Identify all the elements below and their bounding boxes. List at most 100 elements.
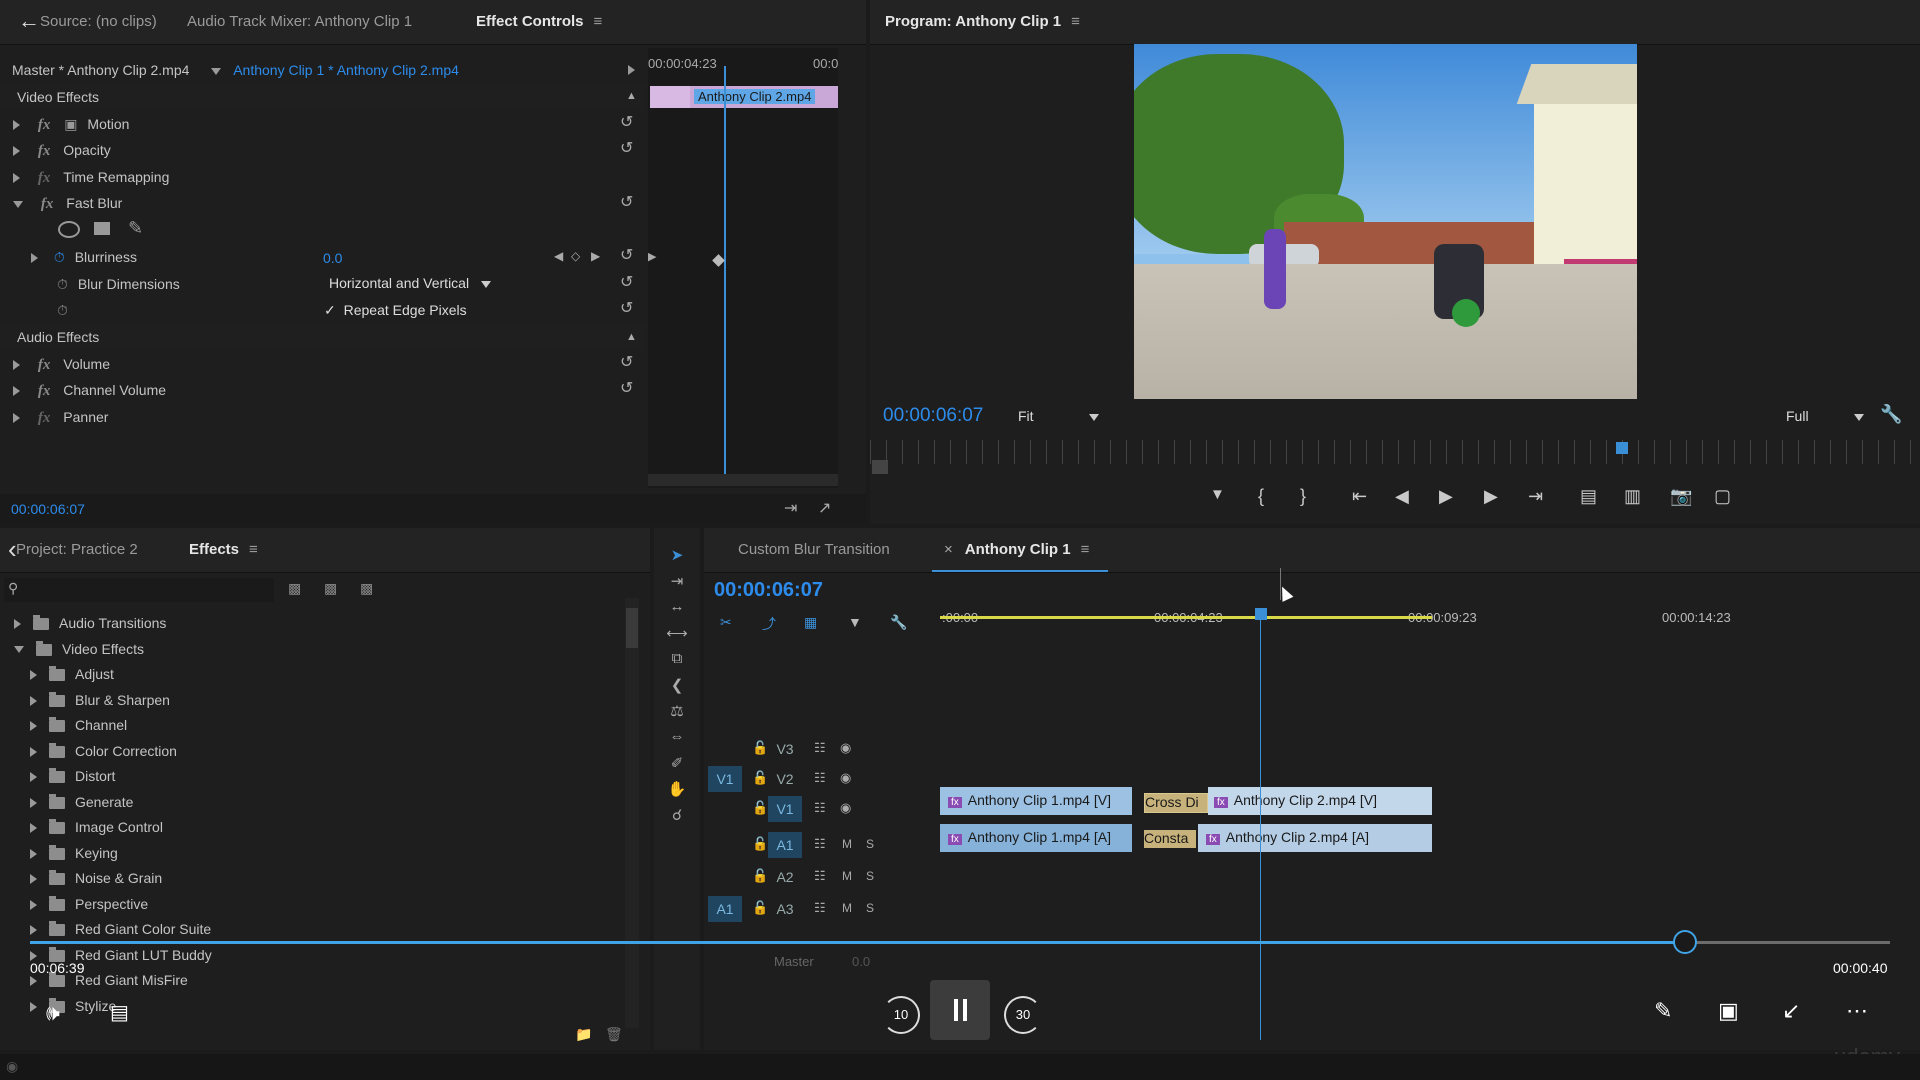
timeline-playhead-head[interactable] [1255, 608, 1267, 620]
wrench-icon[interactable]: 🔧 [1880, 404, 1902, 425]
expand-triangle-icon[interactable] [13, 360, 20, 371]
play-icon[interactable]: ▶ [1439, 486, 1453, 507]
program-time-ruler[interactable] [870, 440, 1920, 464]
fit-dropdown[interactable]: Fit [1018, 408, 1100, 424]
track-select-tool-icon[interactable]: ⇥ [665, 572, 689, 592]
rewind-button[interactable]: 10 [882, 996, 920, 1034]
step-forward-icon[interactable]: ▶ [1484, 486, 1498, 507]
source-patch-v1[interactable]: V1 [708, 766, 742, 792]
go-to-out-icon[interactable]: ⇥ [1528, 486, 1543, 507]
current-time[interactable]: 00:00:06:07 [11, 501, 85, 517]
go-to-in-icon[interactable]: ⇤ [1352, 486, 1367, 507]
mini-scrollbar[interactable] [648, 474, 838, 486]
zoom-tool-icon[interactable]: ☌ [665, 806, 689, 826]
expand-triangle-icon[interactable] [30, 1001, 37, 1012]
effects-folder-item[interactable]: Perspective [30, 891, 148, 917]
reset-icon[interactable]: ↺ [620, 192, 633, 212]
hand-tool-icon[interactable]: ✋ [665, 780, 689, 800]
expand-triangle-icon[interactable] [30, 976, 37, 987]
picture-in-picture-icon[interactable]: ▣ [1718, 998, 1739, 1024]
repeat-edge-checkbox[interactable]: ✓ Repeat Edge Pixels [324, 302, 467, 319]
close-icon[interactable]: × [944, 541, 953, 558]
accelerated-effects-icon[interactable]: ▩ [288, 580, 301, 597]
effects-folder-item[interactable]: Image Control [30, 814, 163, 840]
expand-triangle-icon[interactable] [30, 848, 37, 859]
lock-icon[interactable]: 🔓 [752, 770, 768, 786]
clip-v1-anthony-clip-2[interactable]: fx Anthony Clip 2.mp4 [V] [1208, 787, 1432, 815]
sync-lock-icon[interactable]: ☷ [814, 836, 826, 852]
add-keyframe-icon[interactable]: ◇ [571, 249, 580, 263]
sync-lock-icon[interactable]: ☷ [814, 900, 826, 916]
hamburger-icon[interactable]: ≡ [1081, 541, 1090, 558]
reset-icon[interactable]: ↺ [620, 298, 633, 318]
track-target-a2[interactable]: A2 [768, 864, 802, 890]
solo-toggle[interactable]: S [866, 869, 874, 883]
new-bin-icon[interactable]: 📁 [575, 1026, 592, 1043]
notes-pencil-icon[interactable]: ✎ [1654, 998, 1672, 1024]
expand-triangle-icon[interactable] [30, 721, 37, 732]
expand-triangle-icon[interactable] [13, 120, 20, 131]
exit-fullscreen-icon[interactable]: ↙ [1782, 998, 1800, 1024]
play-triangle-icon[interactable] [628, 65, 635, 75]
more-options-icon[interactable]: ⋯ [1846, 998, 1868, 1024]
keyframe-diamond-icon[interactable] [712, 254, 725, 267]
stopwatch-icon[interactable]: ⏱ [54, 249, 65, 265]
chevron-down-icon[interactable] [211, 67, 222, 75]
expand-triangle-icon[interactable] [30, 772, 37, 783]
effect-row-opacity[interactable]: fx Opacity [13, 137, 111, 163]
transition-constant-power[interactable]: Consta [1144, 830, 1196, 848]
export-icon[interactable]: ↗ [818, 498, 831, 518]
add-marker-icon[interactable]: ▼ [848, 614, 862, 630]
effect-row-volume[interactable]: fx Volume [13, 351, 110, 377]
expand-triangle-icon[interactable] [14, 619, 21, 630]
expand-triangle-icon[interactable] [13, 173, 20, 184]
hamburger-icon[interactable]: ≡ [1071, 13, 1080, 30]
linked-selection-icon[interactable]: ▦ [804, 614, 817, 631]
transition-cross-dissolve[interactable]: Cross Di [1144, 793, 1208, 813]
expand-triangle-icon[interactable] [30, 670, 37, 681]
expand-triangle-icon[interactable] [13, 386, 20, 397]
slide-tool-icon[interactable]: ⇔ [665, 728, 689, 748]
expand-triangle-icon[interactable] [30, 797, 37, 808]
track-target-a1[interactable]: A1 [768, 832, 802, 858]
effects-folder-item[interactable]: Stylize [30, 993, 116, 1019]
razor-tool-icon[interactable]: ❮ [665, 676, 689, 696]
sync-lock-icon[interactable]: ☷ [814, 800, 826, 816]
program-timecode[interactable]: 00:00:06:07 [883, 405, 983, 427]
effects-scrollbar-thumb[interactable] [626, 608, 638, 648]
hamburger-icon[interactable]: ≡ [249, 541, 258, 558]
solo-toggle[interactable]: S [866, 901, 874, 915]
effect-row-motion[interactable]: fx ▣ Motion [13, 111, 129, 137]
timeline-playhead-line[interactable] [1260, 620, 1261, 1040]
lock-icon[interactable]: 🔓 [752, 836, 768, 852]
effect-row-time-remapping[interactable]: fx Time Remapping [13, 164, 169, 190]
clip-a1-anthony-clip-1[interactable]: fx Anthony Clip 1.mp4 [A] [940, 824, 1132, 852]
expand-triangle-icon[interactable] [30, 925, 37, 936]
eye-icon[interactable]: ◉ [840, 800, 851, 816]
reset-icon[interactable]: ↺ [620, 138, 633, 158]
effects-search-input[interactable]: ⚲ [4, 578, 274, 602]
effect-row-fast-blur[interactable]: fx Fast Blur [13, 190, 122, 216]
collapse-up-icon[interactable]: ▲ [626, 331, 637, 343]
collapse-triangle-icon[interactable] [14, 646, 24, 654]
program-video-frame[interactable] [1134, 44, 1637, 399]
track-target-v1[interactable]: V1 [768, 796, 802, 822]
pen-tool-icon[interactable]: ✐ [665, 754, 689, 774]
tab-custom-blur-transition[interactable]: Custom Blur Transition [738, 541, 890, 558]
timeline-timecode[interactable]: 00:00:06:07 [714, 579, 823, 602]
tab-effect-controls[interactable]: Effect Controls ≡ [476, 13, 602, 30]
hamburger-icon[interactable]: ≡ [594, 13, 603, 30]
eye-icon[interactable]: ◉ [840, 740, 851, 756]
blurriness-value[interactable]: 0.0 [323, 250, 342, 266]
yuv-effects-icon[interactable]: ▩ [360, 580, 373, 597]
expand-triangle-icon[interactable] [13, 413, 20, 424]
expand-triangle-icon[interactable] [30, 899, 37, 910]
program-zoom-bar[interactable] [872, 460, 888, 474]
tab-anthony-clip-1[interactable]: × Anthony Clip 1 ≡ [944, 541, 1089, 558]
expand-triangle-icon[interactable] [30, 746, 37, 757]
lock-icon[interactable]: 🔓 [752, 868, 768, 884]
reset-icon[interactable]: ↺ [620, 245, 633, 265]
keyframe-nav-right-icon[interactable]: ▶ [648, 250, 656, 263]
back-arrow-icon[interactable]: ← [18, 8, 40, 34]
pause-button[interactable] [930, 980, 990, 1040]
